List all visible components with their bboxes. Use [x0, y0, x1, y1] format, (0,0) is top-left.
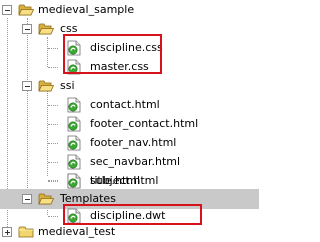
collapse-toggle[interactable] [22, 194, 32, 204]
tree-connector [48, 216, 58, 217]
expand-toggle[interactable] [2, 227, 12, 237]
tree-connector [48, 181, 58, 182]
open-folder-icon [38, 191, 54, 207]
tree-item-label: title.html [90, 174, 141, 187]
highlight-box-css-files [63, 34, 162, 74]
tree-item-label: medieval_test [38, 225, 116, 238]
highlight-box-dwt-file [63, 204, 202, 225]
tree-item-medieval-test[interactable]: medieval_test [0, 222, 259, 242]
closed-folder-icon [18, 224, 34, 240]
dreamweaver-file-icon [66, 173, 82, 189]
title-html-row[interactable]: title.html [0, 171, 259, 190]
